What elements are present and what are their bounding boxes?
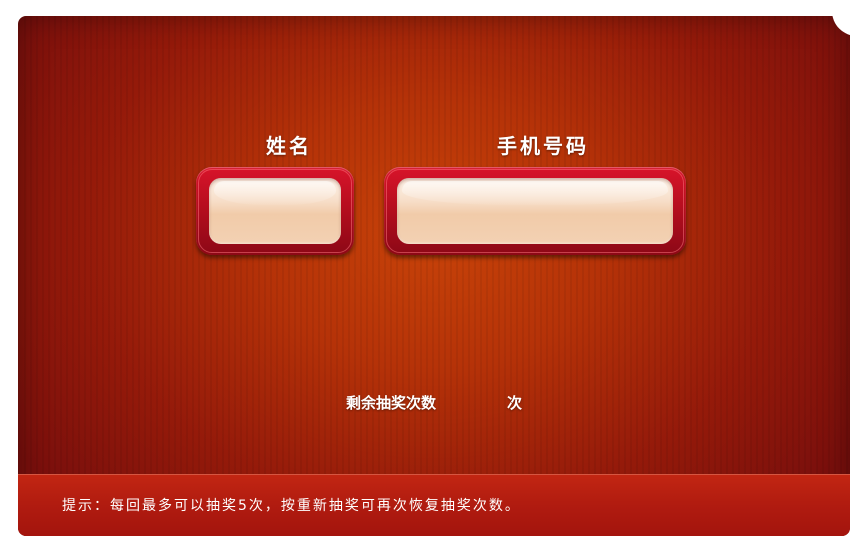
hint-text: 提示：每回最多可以抽奖5次，按重新抽奖可再次恢复抽奖次数。 (62, 498, 521, 514)
phone-field-frame (384, 167, 686, 255)
lottery-panel: 姓名 手机号码 剩余抽奖次数 次 提示：每回最多可以抽奖5次，按重新抽奖可再次恢… (18, 16, 850, 536)
name-label: 姓名 (266, 134, 312, 158)
hint-bar: 提示：每回最多可以抽奖5次，按重新抽奖可再次恢复抽奖次数。 (18, 474, 850, 536)
name-input[interactable] (209, 178, 341, 244)
remaining-draws-label: 剩余抽奖次数 (346, 394, 437, 412)
dialog-frame: 姓名 手机号码 剩余抽奖次数 次 提示：每回最多可以抽奖5次，按重新抽奖可再次恢… (0, 0, 868, 552)
phone-input[interactable] (397, 178, 673, 244)
name-field-frame (196, 167, 354, 255)
remaining-draws-unit: 次 (507, 394, 523, 412)
phone-label: 手机号码 (497, 134, 589, 158)
